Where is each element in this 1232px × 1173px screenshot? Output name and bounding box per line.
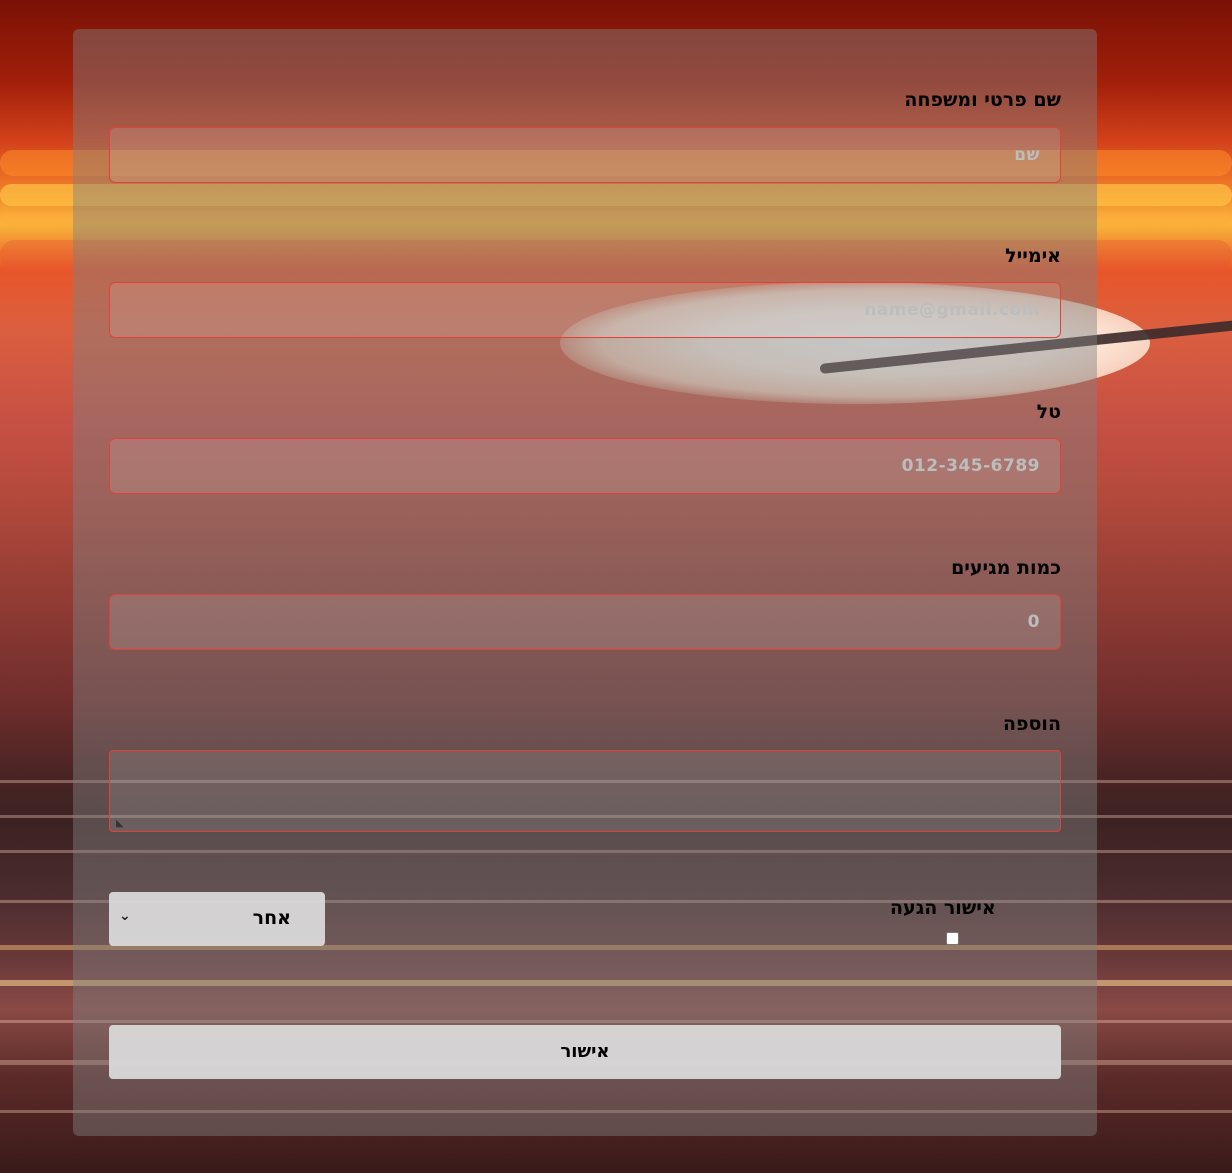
- name-label: שם פרטי ומשפחה: [904, 89, 1061, 111]
- email-label: אימייל: [1005, 245, 1061, 267]
- resize-grip-icon[interactable]: ◢: [116, 818, 124, 829]
- chevron-down-icon: ⌄: [119, 908, 131, 924]
- notes-textarea[interactable]: ◢: [109, 750, 1061, 832]
- phone-label: טל: [1036, 401, 1061, 423]
- arrival-confirm-checkbox[interactable]: [946, 932, 959, 945]
- notes-label: הוספה: [1002, 713, 1061, 735]
- submit-button[interactable]: אישור: [109, 1025, 1061, 1079]
- phone-input[interactable]: [109, 438, 1061, 494]
- relation-select-value: אחר: [252, 907, 291, 929]
- email-input[interactable]: [109, 282, 1061, 338]
- rsvp-form-card: שם פרטי ומשפחה אימייל טל כמות מגיעים הוס…: [73, 29, 1097, 1136]
- guests-count-label: כמות מגיעים: [951, 557, 1061, 579]
- arrival-confirm-label: אישור הגעה: [890, 897, 996, 919]
- guests-count-input[interactable]: [109, 594, 1061, 650]
- name-input[interactable]: [109, 127, 1061, 183]
- relation-select[interactable]: אחר ⌄: [109, 892, 325, 946]
